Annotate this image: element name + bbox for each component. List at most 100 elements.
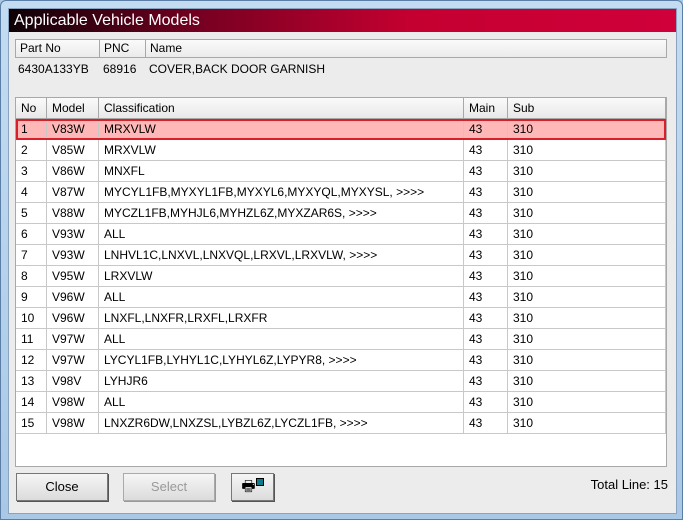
cell-sub: 310	[508, 392, 666, 412]
table-row[interactable]: 15 V98W LNXZR6DW,LNXZSL,LYBZL6Z,LYCZL1FB, …	[16, 413, 666, 434]
name-value: COVER,BACK DOOR GARNISH	[149, 62, 326, 76]
cell-classification: MYCYL1FB,MYXYL1FB,MYXYL6,MYXYQL,MYXYSL, …	[99, 182, 464, 202]
cell-model: V97W	[47, 329, 99, 349]
cell-main: 43	[464, 413, 508, 433]
cell-sub: 310	[508, 203, 666, 223]
cell-model: V98V	[47, 371, 99, 391]
table-row[interactable]: 10 V96W LNXFL,LNXFR,LRXFL,LRXFR 43 310	[16, 308, 666, 329]
col-no[interactable]: No	[16, 98, 47, 118]
cell-no: 3	[16, 161, 47, 181]
table-row[interactable]: 1 V83W MRXVLW 43 310	[16, 119, 666, 140]
cell-main: 43	[464, 329, 508, 349]
table-row[interactable]: 2 V85W MRXVLW 43 310	[16, 140, 666, 161]
close-button[interactable]: Close	[16, 473, 108, 501]
cell-classification: ALL	[99, 224, 464, 244]
cell-model: V96W	[47, 287, 99, 307]
table-row[interactable]: 4 V87W MYCYL1FB,MYXYL1FB,MYXYL6,MYXYQL,MYX…	[16, 182, 666, 203]
cell-sub: 310	[508, 182, 666, 202]
title-bar: Applicable Vehicle Models	[9, 9, 676, 32]
cell-no: 14	[16, 392, 47, 412]
cell-main: 43	[464, 161, 508, 181]
cell-main: 43	[464, 119, 508, 139]
cell-no: 11	[16, 329, 47, 349]
cell-no: 8	[16, 266, 47, 286]
cell-main: 43	[464, 182, 508, 202]
cell-main: 43	[464, 287, 508, 307]
cell-classification: LNXZR6DW,LNXZSL,LYBZL6Z,LYCZL1FB, >>>>	[99, 413, 464, 433]
table-row[interactable]: 13 V98V LYHJR6 43 310	[16, 371, 666, 392]
table-row[interactable]: 8 V95W LRXVLW 43 310	[16, 266, 666, 287]
cell-no: 12	[16, 350, 47, 370]
cell-main: 43	[464, 392, 508, 412]
cell-sub: 310	[508, 119, 666, 139]
printer-icon: 🖶	[241, 478, 256, 495]
cell-classification: LNHVL1C,LNXVL,LNXVQL,LRXVL,LRXVLW, >>>>	[99, 245, 464, 265]
cell-classification: MYCZL1FB,MYHJL6,MYHZL6Z,MYXZAR6S, >>>>	[99, 203, 464, 223]
cell-main: 43	[464, 308, 508, 328]
cell-model: V95W	[47, 266, 99, 286]
col-model[interactable]: Model	[47, 98, 99, 118]
cell-model: V85W	[47, 140, 99, 160]
cell-no: 6	[16, 224, 47, 244]
cell-model: V98W	[47, 392, 99, 412]
select-button[interactable]: Select	[123, 473, 215, 501]
cell-no: 7	[16, 245, 47, 265]
cell-no: 13	[16, 371, 47, 391]
cell-classification: ALL	[99, 329, 464, 349]
cell-main: 43	[464, 350, 508, 370]
cell-sub: 310	[508, 287, 666, 307]
cell-model: V88W	[47, 203, 99, 223]
cell-sub: 310	[508, 140, 666, 160]
cell-model: V87W	[47, 182, 99, 202]
dialog-window: Applicable Vehicle Models Part No PNC Na…	[0, 0, 683, 520]
part-no-value: 6430A133YB	[18, 62, 89, 76]
cell-no: 9	[16, 287, 47, 307]
col-classification[interactable]: Classification	[99, 98, 464, 118]
cell-model: V98W	[47, 413, 99, 433]
cell-classification: LYCYL1FB,LYHYL1C,LYHYL6Z,LYPYR8, >>>>	[99, 350, 464, 370]
cell-classification: MRXVLW	[99, 140, 464, 160]
cell-sub: 310	[508, 161, 666, 181]
cell-classification: ALL	[99, 392, 464, 412]
pnc-value: 68916	[103, 62, 137, 76]
header-pnc: PNC	[100, 40, 146, 57]
cell-sub: 310	[508, 245, 666, 265]
col-main[interactable]: Main	[464, 98, 508, 118]
cell-main: 43	[464, 140, 508, 160]
print-button[interactable]: 🖶	[231, 473, 274, 501]
table-row[interactable]: 7 V93W LNHVL1C,LNXVL,LNXVQL,LRXVL,LRXVLW, …	[16, 245, 666, 266]
cell-no: 2	[16, 140, 47, 160]
models-table[interactable]: No Model Classification Main Sub 1 V83W MR…	[15, 97, 667, 467]
part-info: Part No PNC Name 6430A133YB 68916 COVER,…	[15, 39, 667, 95]
table-row[interactable]: 3 V86W MNXFL 43 310	[16, 161, 666, 182]
table-row[interactable]: 11 V97W ALL 43 310	[16, 329, 666, 350]
cell-main: 43	[464, 266, 508, 286]
table-row[interactable]: 6 V93W ALL 43 310	[16, 224, 666, 245]
col-sub[interactable]: Sub	[508, 98, 666, 118]
cell-sub: 310	[508, 413, 666, 433]
table-row[interactable]: 9 V96W ALL 43 310	[16, 287, 666, 308]
cell-main: 43	[464, 203, 508, 223]
table-header: No Model Classification Main Sub	[16, 98, 666, 119]
cell-main: 43	[464, 371, 508, 391]
cell-model: V93W	[47, 245, 99, 265]
table-row[interactable]: 5 V88W MYCZL1FB,MYHJL6,MYHZL6Z,MYXZAR6S, >…	[16, 203, 666, 224]
cell-sub: 310	[508, 224, 666, 244]
cell-model: V97W	[47, 350, 99, 370]
cell-model: V96W	[47, 308, 99, 328]
cell-classification: LNXFL,LNXFR,LRXFL,LRXFR	[99, 308, 464, 328]
cell-no: 4	[16, 182, 47, 202]
cell-classification: ALL	[99, 287, 464, 307]
table-row[interactable]: 14 V98W ALL 43 310	[16, 392, 666, 413]
table-row[interactable]: 12 V97W LYCYL1FB,LYHYL1C,LYHYL6Z,LYPYR8, >…	[16, 350, 666, 371]
cell-no: 10	[16, 308, 47, 328]
cell-model: V86W	[47, 161, 99, 181]
cell-no: 5	[16, 203, 47, 223]
cell-sub: 310	[508, 329, 666, 349]
cell-sub: 310	[508, 308, 666, 328]
cell-sub: 310	[508, 350, 666, 370]
total-line: Total Line: 15	[590, 477, 668, 492]
cell-no: 1	[16, 119, 47, 139]
cell-sub: 310	[508, 266, 666, 286]
cell-model: V93W	[47, 224, 99, 244]
